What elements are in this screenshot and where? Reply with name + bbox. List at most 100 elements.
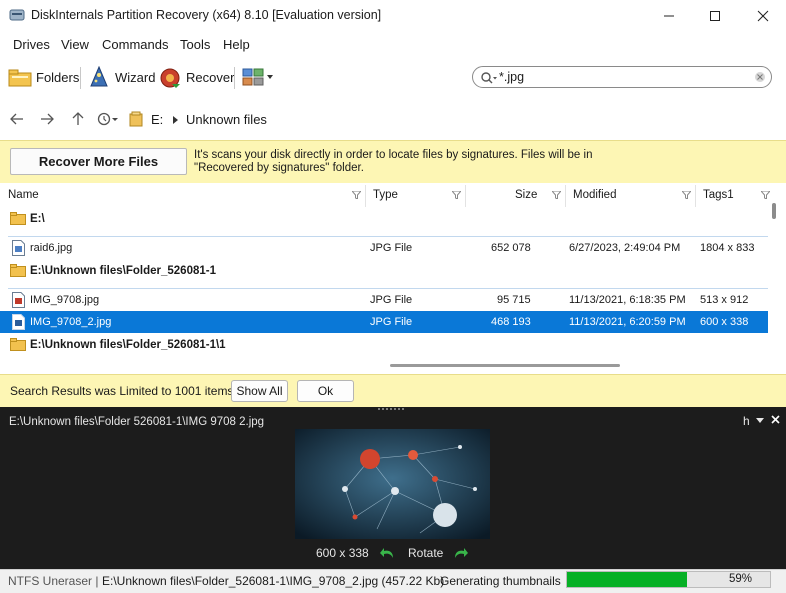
file-modified: 6/27/2023, 2:49:04 PM [569, 242, 681, 254]
recover-icon [160, 68, 180, 88]
view-mode-icon [242, 68, 273, 86]
clear-search-icon[interactable] [754, 71, 766, 83]
file-name: IMG_9708_2.jpg [30, 316, 112, 328]
menu-bar: Drives View Commands Tools Help [0, 31, 786, 57]
filter-icon[interactable] [682, 191, 691, 199]
preview-mode-toggle[interactable]: h [743, 414, 750, 428]
menu-view[interactable]: View [61, 37, 89, 52]
column-modified[interactable]: Modified [573, 189, 616, 201]
recover-more-files-button[interactable]: Recover More Files [10, 148, 187, 175]
jpg-file-icon [12, 240, 25, 256]
jpg-file-icon [12, 292, 25, 308]
status-file: E:\Unknown files\Folder_526081-1\IMG_970… [102, 574, 445, 588]
search-input[interactable]: *.jpg [472, 66, 772, 88]
horizontal-scrollbar-thumb[interactable] [390, 364, 620, 367]
file-name: IMG_9708.jpg [30, 294, 100, 306]
folder-group-row[interactable]: E:\ [0, 208, 768, 230]
drive-folder-icon [129, 111, 143, 127]
maximize-icon [710, 10, 720, 21]
progress-label: 59% [728, 573, 752, 585]
filter-icon[interactable] [452, 191, 461, 199]
status-task: Generating thumbnails [440, 574, 561, 588]
file-type: JPG File [370, 242, 413, 254]
column-divider[interactable] [695, 185, 696, 207]
folder-icon [10, 264, 26, 277]
file-size: 652 078 [491, 242, 531, 254]
menu-commands[interactable]: Commands [102, 37, 168, 52]
maximize-button[interactable] [692, 0, 738, 31]
show-all-button[interactable]: Show All [231, 380, 288, 402]
file-tags: 600 x 338 [700, 316, 749, 328]
minimize-icon [664, 15, 674, 16]
history-icon[interactable] [97, 112, 119, 126]
back-icon[interactable] [10, 112, 24, 126]
column-name[interactable]: Name [8, 189, 39, 201]
up-icon[interactable] [71, 112, 85, 126]
column-size[interactable]: Size [515, 189, 537, 201]
column-divider[interactable] [565, 185, 566, 207]
title-bar: DiskInternals Partition Recovery (x64) 8… [0, 0, 786, 31]
status-mode: NTFS Uneraser | [8, 574, 99, 588]
table-row-selected[interactable]: IMG_9708_2.jpg JPG File 468 193 11/13/20… [0, 311, 768, 333]
folder-group-row[interactable]: E:\Unknown files\Folder_526081-1 [0, 260, 768, 282]
chevron-down-icon[interactable] [756, 418, 764, 423]
progress-bar: 59% [566, 571, 771, 588]
breadcrumb-drive[interactable]: E: [151, 112, 163, 127]
menu-tools[interactable]: Tools [180, 37, 210, 52]
column-divider[interactable] [365, 185, 366, 207]
file-type: JPG File [370, 316, 413, 328]
filter-icon[interactable] [552, 191, 561, 199]
ok-button[interactable]: Ok [297, 380, 354, 402]
folders-icon [8, 69, 32, 87]
folder-icon [10, 338, 26, 351]
file-size: 95 715 [497, 294, 531, 306]
preview-image [295, 429, 490, 539]
folder-icon [10, 212, 26, 225]
filter-icon[interactable] [761, 191, 770, 199]
window-title: DiskInternals Partition Recovery (x64) 8… [31, 8, 382, 22]
splitter-grip-icon[interactable] [377, 407, 405, 411]
file-modified: 11/13/2021, 6:18:35 PM [569, 294, 686, 306]
close-icon [757, 10, 769, 21]
menu-drives[interactable]: Drives [13, 37, 50, 52]
preview-dimensions: 600 x 338 [316, 546, 369, 560]
column-type[interactable]: Type [373, 189, 398, 201]
rotate-label: Rotate [408, 546, 444, 560]
preview-path: E:\Unknown files\Folder 526081-1\IMG 970… [9, 416, 265, 428]
recover-button[interactable]: Recover [158, 64, 234, 90]
close-button[interactable] [740, 0, 786, 31]
recover-label: Recover [186, 69, 235, 85]
folders-label: Folders [36, 69, 80, 85]
wizard-button[interactable]: Wizard [87, 64, 155, 90]
search-value: *.jpg [499, 70, 525, 84]
progress-fill [567, 572, 687, 587]
vertical-scrollbar-thumb[interactable] [772, 203, 776, 219]
table-row[interactable]: raid6.jpg JPG File 652 078 6/27/2023, 2:… [0, 237, 768, 259]
table-row[interactable]: IMG_9708.jpg JPG File 95 715 11/13/2021,… [0, 289, 768, 311]
column-tags[interactable]: Tags1 [703, 189, 734, 201]
search-limit-text: Search Results was Limited to 1001 items [10, 384, 234, 398]
folder-name: E:\ [30, 213, 45, 225]
app-icon [9, 9, 25, 21]
info-text: It's scans your disk directly in order t… [194, 149, 593, 174]
breadcrumb-separator-icon [173, 116, 178, 124]
view-mode-button[interactable] [242, 64, 274, 90]
folder-group-row[interactable]: E:\Unknown files\Folder_526081-1\1 [0, 334, 768, 356]
forward-icon[interactable] [40, 112, 54, 126]
menu-help[interactable]: Help [223, 37, 250, 52]
search-icon [481, 72, 497, 84]
rotate-left-icon[interactable] [380, 546, 395, 560]
file-modified: 11/13/2021, 6:20:59 PM [569, 316, 686, 328]
folders-button[interactable]: Folders [8, 64, 79, 90]
filter-icon[interactable] [352, 191, 361, 199]
minimize-button[interactable] [646, 0, 692, 31]
column-divider[interactable] [465, 185, 466, 207]
file-size: 468 193 [491, 316, 531, 328]
file-tags: 513 x 912 [700, 294, 749, 306]
breadcrumb-folder[interactable]: Unknown files [186, 112, 267, 127]
rotate-right-icon[interactable] [453, 546, 468, 560]
folder-name: E:\Unknown files\Folder_526081-1 [30, 265, 216, 277]
toolbar-divider [234, 67, 235, 89]
file-type: JPG File [370, 294, 413, 306]
close-preview-icon[interactable] [771, 415, 780, 424]
